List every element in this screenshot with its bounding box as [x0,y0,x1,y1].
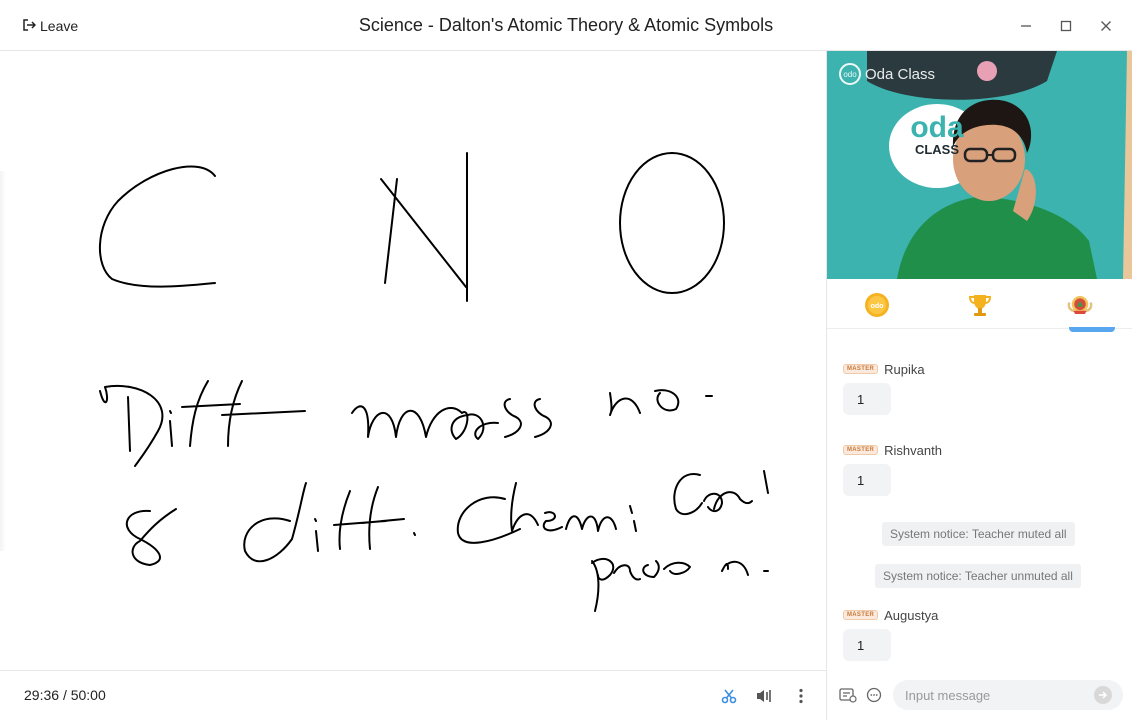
tab-awards[interactable] [1066,291,1094,319]
coin-logo-text: odo [871,303,884,310]
ink-word-mass [351,398,552,440]
handwriting-ink [99,152,769,612]
window-title: Science - Dalton's Atomic Theory & Atomi… [358,15,774,35]
master-badge: MASTER [843,610,879,620]
ink-letter-c [99,165,216,288]
ink-ampersand [125,508,177,566]
title-bar: Leave Science - Dalton's Atomic Theory &… [0,0,1132,51]
whiteboard[interactable] [0,51,826,670]
tab-leaderboard[interactable] [966,291,994,319]
minimize-button[interactable] [1016,16,1036,36]
more-options-button[interactable] [790,685,812,707]
side-panel: odo Oda Class oda CLASS odo MASTER Rupik… [826,51,1132,720]
system-notice: System notice: Teacher unmuted all [875,564,1081,588]
system-notice: System notice: Teacher muted all [882,522,1075,546]
time-separator: / [62,687,67,703]
video-watermark: odo Oda Class [839,63,935,85]
chat-input-bar [827,670,1132,720]
more-vertical-icon [799,688,803,704]
volume-button[interactable] [753,685,775,707]
medal-badge-icon [1067,295,1093,315]
tab-coins[interactable]: odo [863,291,891,319]
ink-letter-o [619,152,725,294]
send-icon [1099,691,1108,699]
chat-settings-button[interactable] [839,686,857,704]
oda-coin-icon: odo [865,293,889,317]
exit-icon [22,18,37,35]
backdrop-logo-sub: CLASS [914,142,960,157]
backdrop-logo: oda CLASS [897,113,977,157]
chat-message: MASTER Augustya 1 [843,607,938,661]
chat-filter-icon [839,688,857,703]
ink-word-diff2 [243,482,416,563]
message-bubble: 1 [843,383,891,415]
ink-word-no [609,389,713,416]
close-button[interactable] [1096,16,1116,36]
scissors-icon [721,689,737,704]
close-icon [1101,21,1111,31]
ink-word-diff [99,380,306,467]
master-badge: MASTER [843,364,879,374]
message-bubble: 1 [843,464,891,496]
message-input[interactable] [893,680,1123,710]
send-button[interactable] [1094,686,1112,704]
ink-letter-n [380,152,468,302]
message-bubble: 1 [843,629,891,661]
elapsed-time: 29:36 [24,687,60,703]
ink-word-chemical [456,470,769,544]
bottom-bar: 29:36 / 50:00 [0,670,826,720]
trophy-icon [968,295,992,316]
chat-message: MASTER Rishvanth 1 [843,442,942,496]
video-frame [827,51,1132,279]
minimize-icon [1021,25,1031,27]
sender-name: Rishvanth [884,442,942,458]
backdrop-logo-text: oda [910,111,964,144]
total-time: 50:00 [70,687,106,703]
ink-word-propn [591,557,769,612]
panel-tabs: odo [827,279,1132,329]
master-badge: MASTER [843,445,879,455]
maximize-button[interactable] [1056,16,1076,36]
speaker-icon [757,690,771,702]
leave-label: Leave [40,18,79,34]
chat-message: MASTER Rupika 1 [843,361,925,415]
chat-list[interactable]: MASTER Rupika 1 MASTER Rishvanth 1 Syste… [827,332,1132,670]
class-timer: 29:36 / 50:00 [24,687,106,703]
sender-name: Augustya [884,607,939,623]
scissors-button[interactable] [718,685,740,707]
sender-name: Rupika [884,361,925,377]
emoji-button[interactable] [865,686,883,704]
teacher-video: odo Oda Class oda CLASS [827,51,1132,279]
oda-logo-icon: odo [839,63,861,85]
watermark-text: Oda Class [865,65,936,83]
maximize-icon [1060,20,1072,32]
chat-bubble-icon [866,687,882,703]
leave-button[interactable]: Leave [22,16,78,36]
